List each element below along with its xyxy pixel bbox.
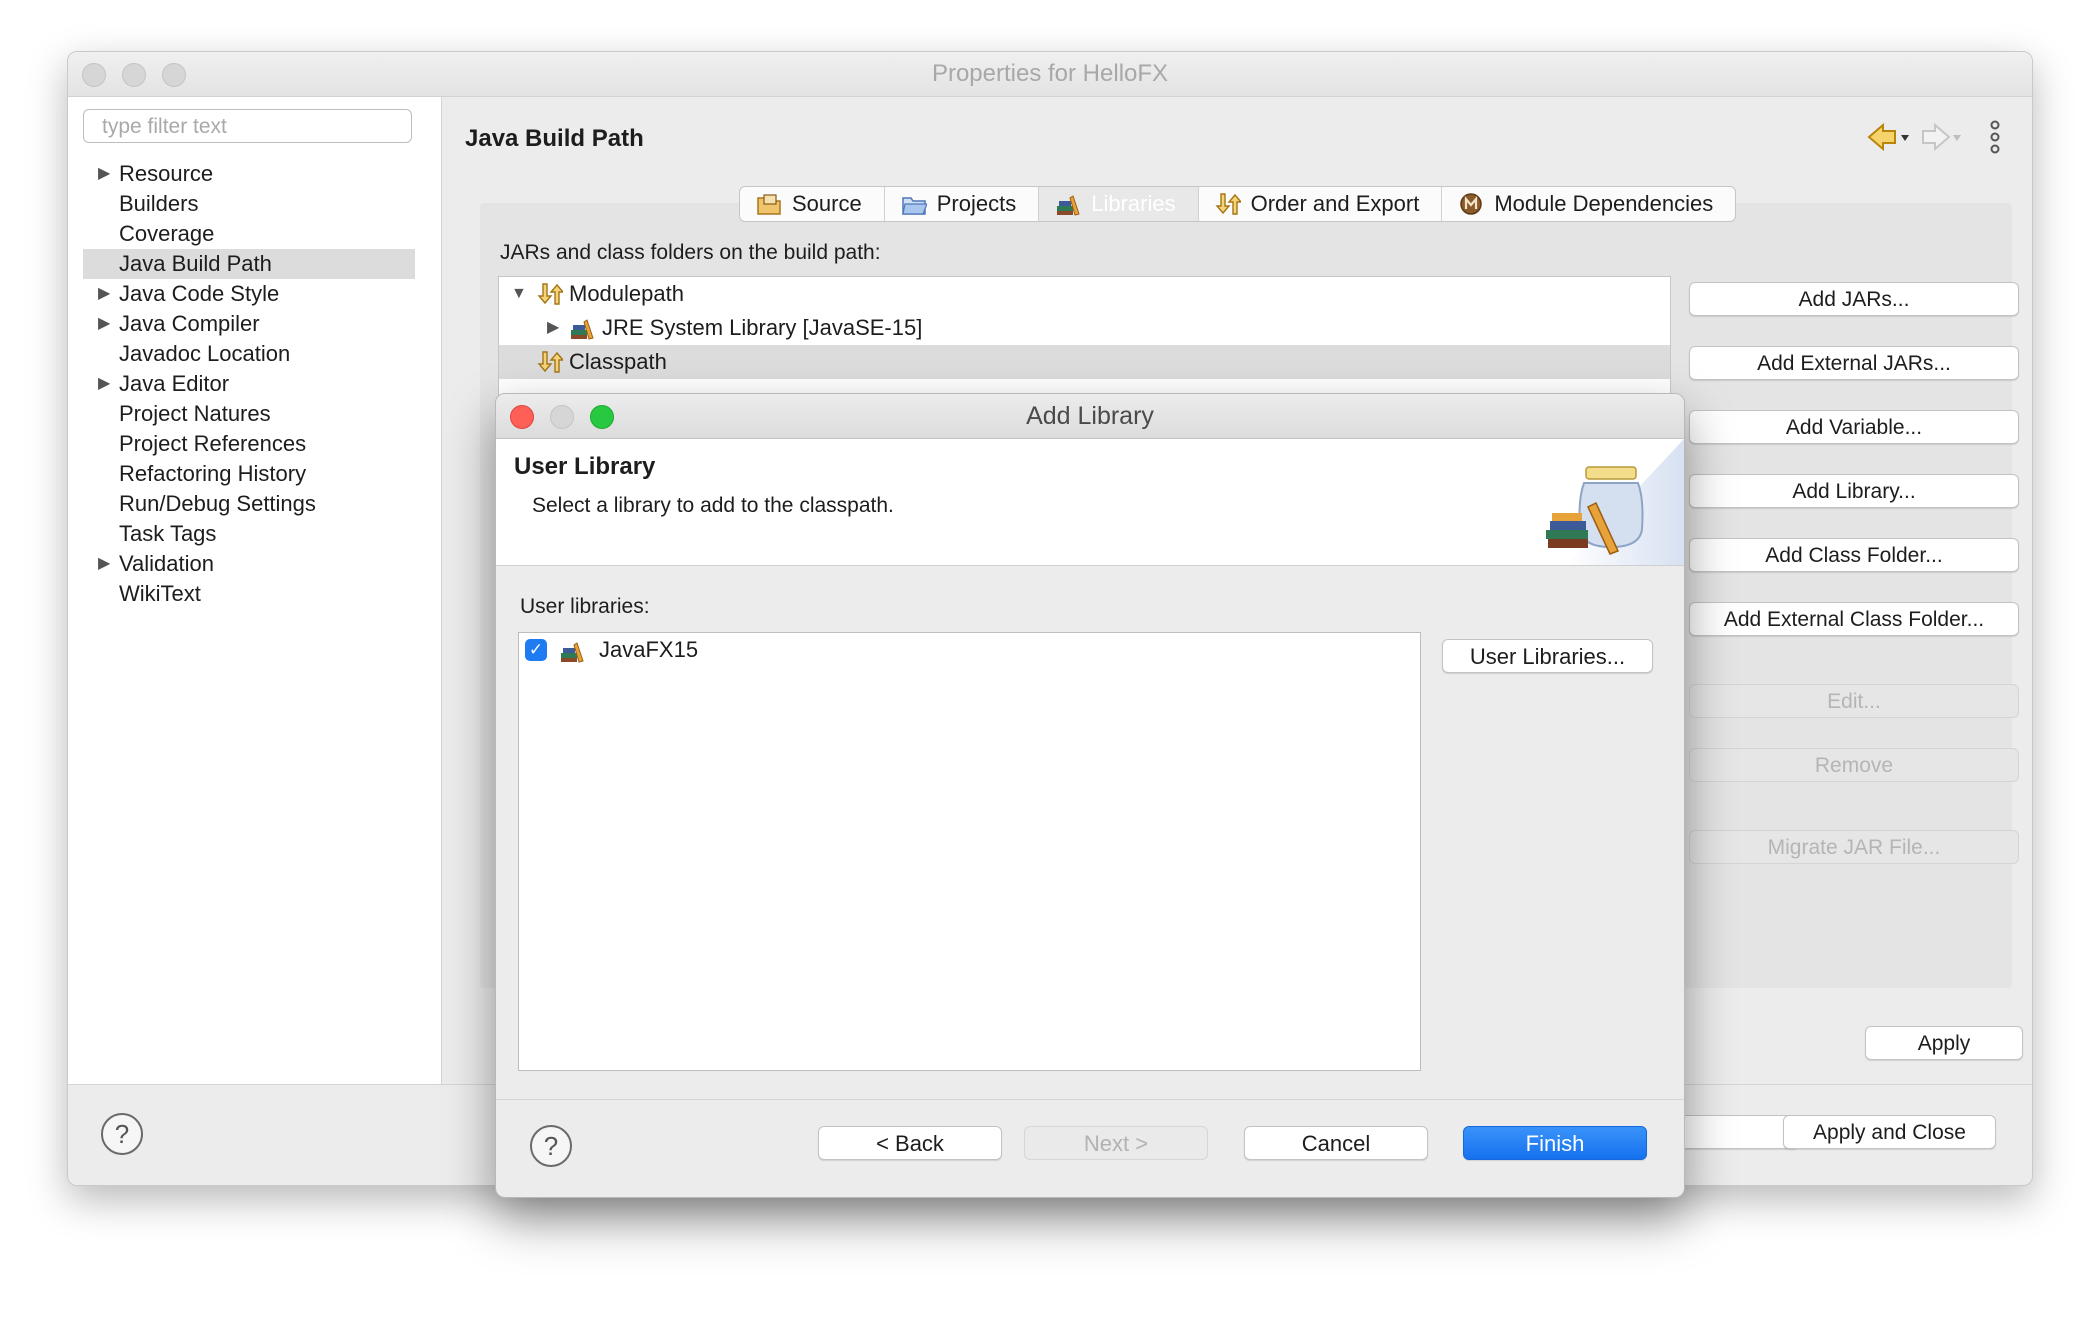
nav-item-java-compiler[interactable]: ▶ Java Compiler	[68, 309, 415, 339]
library-jar-icon	[1546, 439, 1684, 565]
nav-item-task-tags[interactable]: Task Tags	[68, 519, 415, 549]
add-external-class-folder-button[interactable]: Add External Class Folder...	[1689, 602, 2019, 636]
back-button[interactable]: < Back	[818, 1126, 1002, 1160]
window-titlebar: Properties for HelloFX	[68, 52, 2032, 97]
collapse-triangle-icon[interactable]: ▼	[511, 277, 527, 311]
dialog-footer-divider	[496, 1099, 1684, 1100]
dialog-titlebar: Add Library	[496, 394, 1684, 439]
add-class-folder-button[interactable]: Add Class Folder...	[1689, 538, 2019, 572]
next-button[interactable]: Next >	[1024, 1126, 1208, 1160]
user-libraries-list: ✓ JavaFX15	[518, 632, 1421, 1071]
edit-button[interactable]: Edit...	[1689, 684, 2019, 718]
nav-item-resource[interactable]: ▶ Resource	[68, 159, 415, 189]
migrate-jar-button[interactable]: Migrate JAR File...	[1689, 830, 2019, 864]
nav-item-project-natures[interactable]: Project Natures	[68, 399, 415, 429]
remove-button[interactable]: Remove	[1689, 748, 2019, 782]
expand-triangle-icon[interactable]: ▶	[98, 309, 110, 339]
nav-item-coverage[interactable]: Coverage	[68, 219, 415, 249]
add-library-button[interactable]: Add Library...	[1689, 474, 2019, 508]
forward-arrow-icon[interactable]	[1922, 122, 1951, 152]
source-folder-icon	[757, 194, 781, 215]
history-navigation	[1867, 120, 2000, 154]
nav-item-java-editor[interactable]: ▶ Java Editor	[68, 369, 415, 399]
module-icon	[1460, 193, 1483, 215]
javafx15-checkbox[interactable]: ✓	[525, 639, 547, 661]
forward-dropdown-icon[interactable]	[1953, 135, 1961, 141]
user-libraries-label: User libraries:	[520, 595, 650, 618]
help-icon[interactable]: ?	[101, 1113, 143, 1155]
jars-label: JARs and class folders on the build path…	[500, 241, 881, 264]
expand-triangle-icon[interactable]: ▶	[98, 369, 110, 399]
properties-nav: type filter text ▶ Resource Builders Cove…	[68, 97, 442, 1084]
library-icon	[561, 642, 584, 663]
dialog-title: Add Library	[1026, 402, 1154, 430]
add-variable-button[interactable]: Add Variable...	[1689, 410, 2019, 444]
nav-item-java-code-style[interactable]: ▶ Java Code Style	[68, 279, 415, 309]
user-libraries-button[interactable]: User Libraries...	[1442, 639, 1653, 673]
window-title: Properties for HelloFX	[931, 60, 1169, 87]
libraries-icon	[1057, 195, 1080, 216]
expand-triangle-icon[interactable]: ▶	[98, 159, 110, 189]
tab-libraries[interactable]: Libraries	[1039, 187, 1199, 221]
tab-module-dependencies[interactable]: Module Dependencies	[1442, 187, 1735, 221]
nav-item-java-build-path[interactable]: Java Build Path	[83, 249, 415, 279]
modulepath-icon	[537, 283, 563, 305]
cancel-button[interactable]: Cancel	[1244, 1126, 1428, 1160]
tree-node-classpath[interactable]: Classpath	[499, 345, 1670, 379]
list-item-javafx15[interactable]: ✓ JavaFX15	[519, 633, 1420, 669]
expand-triangle-icon[interactable]: ▶	[98, 549, 110, 579]
banner-title: User Library	[514, 453, 656, 480]
nav-item-refactoring-history[interactable]: Refactoring History	[68, 459, 415, 489]
expand-triangle-icon[interactable]: ▶	[547, 311, 559, 345]
order-export-icon	[1215, 193, 1241, 215]
apply-and-close-button[interactable]: Apply and Close	[1783, 1115, 1996, 1149]
nav-item-builders[interactable]: Builders	[68, 189, 415, 219]
dialog-help-icon[interactable]: ?	[530, 1125, 572, 1167]
library-icon	[571, 319, 594, 340]
back-arrow-icon[interactable]	[1867, 122, 1896, 152]
view-menu-icon[interactable]	[1990, 120, 2000, 154]
tab-projects[interactable]: Projects	[885, 187, 1040, 221]
projects-folder-icon	[901, 197, 927, 215]
finish-button[interactable]: Finish	[1463, 1126, 1647, 1160]
add-jars-button[interactable]: Add JARs...	[1689, 282, 2019, 316]
nav-item-project-references[interactable]: Project References	[68, 429, 415, 459]
nav-item-validation[interactable]: ▶ Validation	[68, 549, 415, 579]
add-library-dialog: Add Library User Library Select a librar…	[495, 393, 1685, 1198]
back-dropdown-icon[interactable]	[1901, 135, 1909, 141]
page-title: Java Build Path	[465, 125, 644, 152]
apply-button[interactable]: Apply	[1865, 1026, 2023, 1060]
add-external-jars-button[interactable]: Add External JARs...	[1689, 346, 2019, 380]
nav-item-javadoc-location[interactable]: Javadoc Location	[68, 339, 415, 369]
classpath-icon	[537, 351, 563, 373]
nav-item-run-debug-settings[interactable]: Run/Debug Settings	[68, 489, 415, 519]
tab-source[interactable]: Source	[740, 187, 885, 221]
tree-node-modulepath[interactable]: ▼ Modulepath	[499, 277, 1670, 311]
expand-triangle-icon[interactable]: ▶	[98, 279, 110, 309]
nav-item-wikitext[interactable]: WikiText	[68, 579, 415, 609]
dialog-banner: User Library Select a library to add to …	[496, 439, 1684, 566]
tree-node-jre-system-library[interactable]: ▶ JRE System Library [JavaSE-15]	[499, 311, 1670, 345]
build-path-tabs: Source Projects Libraries Order and Expo…	[739, 186, 1737, 222]
tab-order-and-export[interactable]: Order and Export	[1199, 187, 1443, 221]
filter-input[interactable]: type filter text	[83, 109, 412, 143]
banner-description: Select a library to add to the classpath…	[532, 494, 894, 517]
